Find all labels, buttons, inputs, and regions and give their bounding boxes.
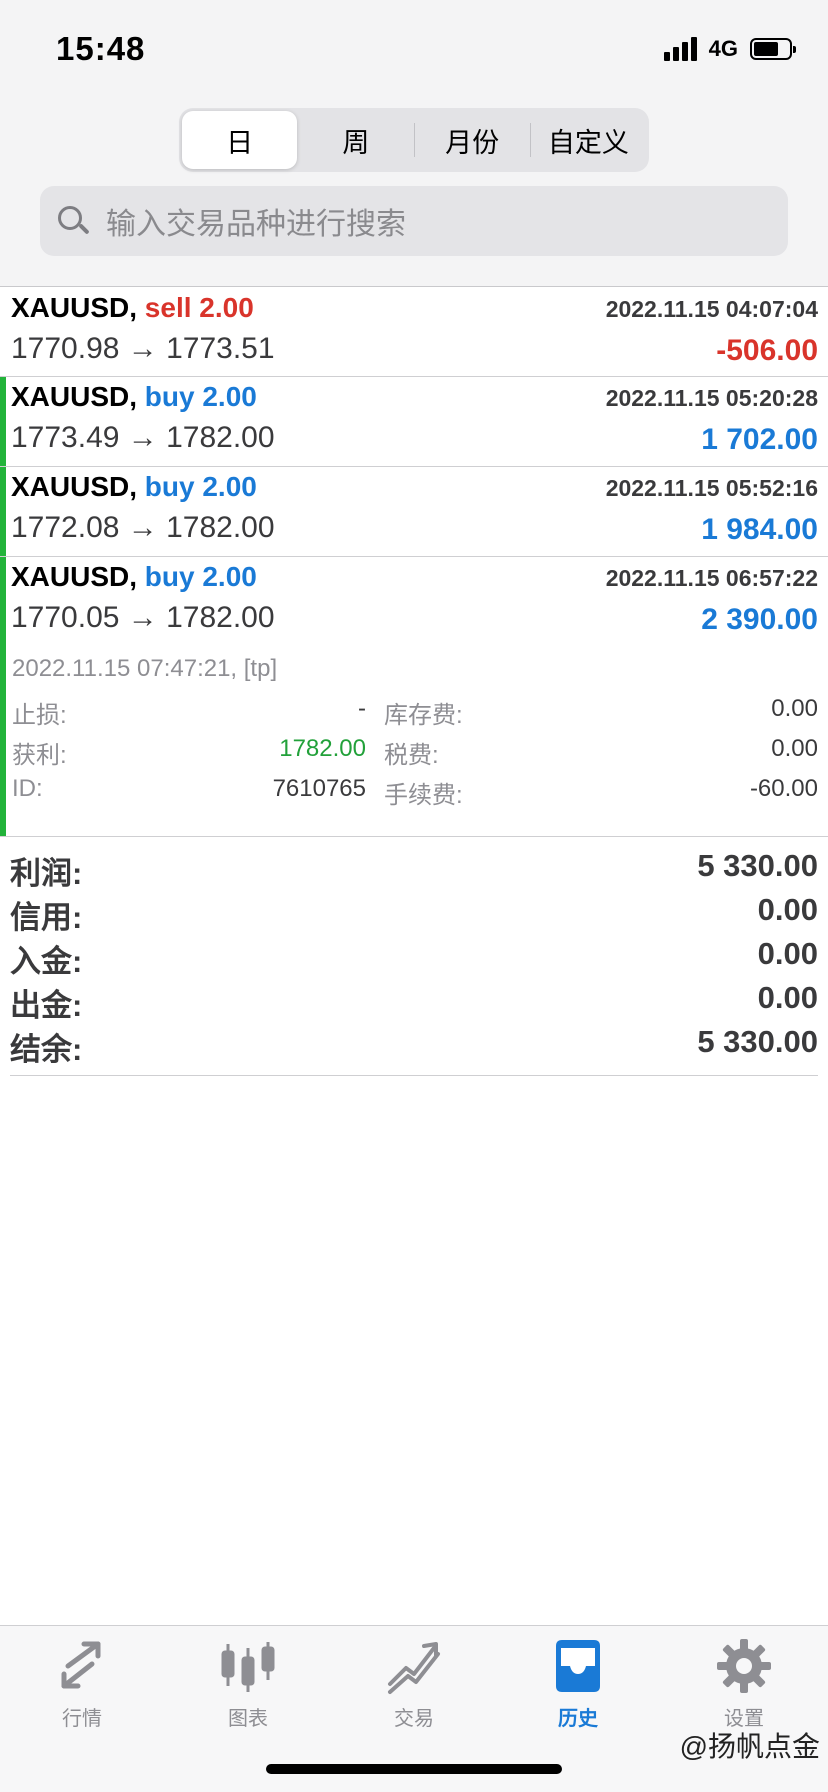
details-row-1: 止损: - 库存费: 0.00 [0, 695, 828, 731]
quotes-arrows-icon [61, 1641, 101, 1689]
credit-value: 0.00 [757, 892, 818, 927]
summary-deposit: 入金: 0.00 [10, 936, 818, 979]
withdrawal-label: 出金: [10, 988, 83, 1023]
status-indicators: 4G [663, 36, 796, 62]
trade-row[interactable]: XAUUSD, sell 2.00 2022.11.15 04:07:04 17… [0, 288, 828, 377]
commission-value: -60.00 [749, 775, 818, 802]
status-bar: 15:48 4G [0, 0, 828, 100]
trade-profit: -506.00 [716, 334, 818, 367]
take-profit-label: 获利: [12, 742, 67, 769]
signal-icon [663, 37, 697, 61]
profit-label: 利润: [10, 856, 83, 891]
trade-open-time: 2022.11.15 05:52:16 [605, 475, 818, 501]
deposit-label: 入金: [10, 944, 83, 979]
swap-value: 0.00 [771, 695, 818, 722]
gear-icon [717, 1639, 771, 1693]
credit-label: 信用: [10, 900, 83, 935]
summary-withdrawal: 出金: 0.00 [10, 980, 818, 1023]
watermark: @扬帆点金 [679, 1731, 820, 1762]
history-inbox-icon [556, 1640, 600, 1692]
stop-loss-value: - [358, 695, 366, 722]
tab-history[interactable]: 历史 [518, 1636, 638, 1736]
profit-indicator-bar [0, 377, 6, 466]
network-label: 4G [708, 36, 738, 61]
account-summary: 利润: 5 330.00 信用: 0.00 入金: 0.00 出金: 0.00 … [10, 838, 818, 1076]
swap-label: 库存费: [384, 702, 463, 729]
trade-row-expanded[interactable]: XAUUSD, buy 2.00 2022.11.15 06:57:22 177… [0, 557, 828, 837]
summary-credit: 信用: 0.00 [10, 892, 818, 935]
trade-side: sell 2.00 [144, 292, 254, 323]
deposit-value: 0.00 [757, 936, 818, 971]
tab-custom[interactable]: 自定义 [531, 111, 646, 169]
stop-loss-label: 止损: [12, 702, 67, 729]
home-indicator [266, 1764, 562, 1774]
trade-symbol: XAUUSD, [11, 471, 138, 502]
tab-day[interactable]: 日 [182, 111, 298, 169]
header-area: 15:48 4G 日 周 月份 自定义 输入交易品种进行搜索 [0, 0, 828, 287]
trade-history-list: XAUUSD, sell 2.00 2022.11.15 04:07:04 17… [0, 288, 828, 837]
trade-prices: 1770.05 → 1782.00 [11, 601, 275, 634]
tab-label: 行情 [62, 1708, 102, 1730]
trade-prices: 1770.98 → 1773.51 [11, 332, 275, 365]
order-id-label: ID: [12, 775, 43, 802]
order-id-value: 7610765 [272, 775, 366, 802]
close-info: 2022.11.15 07:47:21, [tp] [12, 655, 278, 682]
balance-label: 结余: [10, 1032, 83, 1067]
trade-profit: 1 984.00 [701, 513, 818, 546]
search-input[interactable]: 输入交易品种进行搜索 [40, 186, 788, 256]
trade-symbol: XAUUSD, [11, 292, 138, 323]
search-icon [56, 204, 90, 238]
tab-label: 图表 [228, 1708, 268, 1730]
summary-balance: 结余: 5 330.00 [10, 1024, 818, 1067]
profit-indicator-bar [0, 467, 6, 556]
trade-profit: 1 702.00 [701, 423, 818, 456]
trade-title: XAUUSD, sell 2.00 [11, 292, 254, 324]
take-profit-value: 1782.00 [279, 735, 366, 762]
withdrawal-value: 0.00 [757, 980, 818, 1015]
tab-settings[interactable]: 设置 [684, 1636, 804, 1736]
trade-prices: 1772.08 → 1782.00 [11, 511, 275, 544]
details-row-3: ID: 7610765 手续费: -60.00 [0, 775, 828, 811]
tab-label: 交易 [394, 1708, 434, 1730]
status-time: 15:48 [56, 30, 146, 67]
trade-side: buy 2.00 [144, 381, 257, 412]
candlestick-chart-icon [221, 1642, 275, 1692]
battery-icon [750, 38, 796, 60]
tab-trade[interactable]: 交易 [354, 1636, 474, 1736]
trade-symbol: XAUUSD, [11, 381, 138, 412]
trade-open-time: 2022.11.15 06:57:22 [605, 565, 818, 591]
period-selector: 日 周 月份 自定义 [179, 108, 649, 172]
trade-row[interactable]: XAUUSD, buy 2.00 2022.11.15 05:52:16 177… [0, 467, 828, 557]
tab-month[interactable]: 月份 [415, 111, 530, 169]
trade-prices: 1773.49 → 1782.00 [11, 421, 275, 454]
details-row-2: 获利: 1782.00 税费: 0.00 [0, 735, 828, 771]
trade-side: buy 2.00 [144, 471, 257, 502]
tab-charts[interactable]: 图表 [188, 1636, 308, 1736]
summary-profit: 利润: 5 330.00 [10, 848, 818, 891]
trade-profit: 2 390.00 [701, 603, 818, 636]
trade-title: XAUUSD, buy 2.00 [11, 471, 257, 503]
tab-quotes[interactable]: 行情 [22, 1636, 142, 1736]
trade-title: XAUUSD, buy 2.00 [11, 381, 257, 413]
profit-value: 5 330.00 [697, 848, 818, 883]
trade-open-time: 2022.11.15 04:07:04 [605, 296, 818, 322]
search-placeholder: 输入交易品种进行搜索 [106, 208, 406, 241]
tax-label: 税费: [384, 742, 439, 769]
tab-week[interactable]: 周 [298, 111, 413, 169]
balance-value: 5 330.00 [697, 1024, 818, 1059]
trade-row[interactable]: XAUUSD, buy 2.00 2022.11.15 05:20:28 177… [0, 377, 828, 467]
trade-chart-icon [388, 1642, 440, 1694]
commission-label: 手续费: [384, 782, 463, 809]
trade-side: buy 2.00 [144, 561, 257, 592]
tax-value: 0.00 [771, 735, 818, 762]
trade-symbol: XAUUSD, [11, 561, 138, 592]
trade-open-time: 2022.11.15 05:20:28 [605, 385, 818, 411]
trade-title: XAUUSD, buy 2.00 [11, 561, 257, 593]
tab-label: 历史 [558, 1708, 598, 1730]
